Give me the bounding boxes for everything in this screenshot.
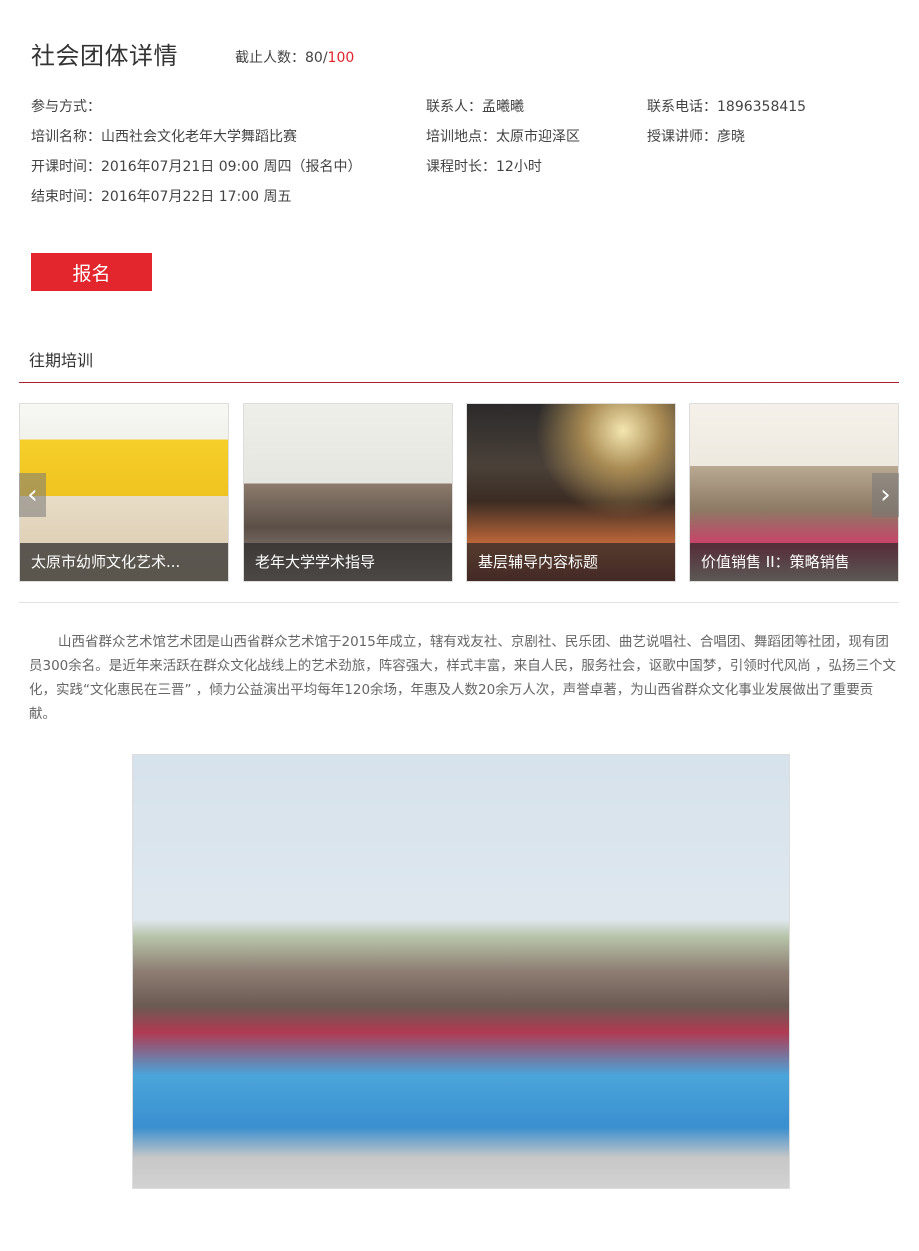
card-caption: 老年大学学术指导 bbox=[255, 553, 376, 571]
page-title: 社会团体详情 bbox=[31, 42, 178, 70]
end-time: 结束时间：2016年07月22日 17:00 周五 bbox=[31, 189, 292, 205]
participation-method: 参与方式： bbox=[31, 99, 101, 115]
quota-label: 截止人数：80/ bbox=[235, 50, 328, 66]
section-divider bbox=[19, 382, 899, 383]
past-training-carousel: 太原市幼师文化艺术... 老年大学学术指导 基层辅导内容标题 价值销售 II：策… bbox=[19, 403, 899, 583]
past-training-card[interactable]: 老年大学学术指导 bbox=[243, 403, 453, 582]
instructor: 授课讲师：彦晓 bbox=[647, 129, 745, 145]
card-caption: 基层辅导内容标题 bbox=[478, 553, 599, 571]
start-time: 开课时间：2016年07月21日 09:00 周四（报名中） bbox=[31, 159, 362, 175]
quota-display: 截止人数：80/100 bbox=[235, 47, 354, 67]
quota-max: 100 bbox=[327, 50, 355, 66]
chevron-left-icon[interactable]: ‹ bbox=[19, 473, 46, 517]
course-duration: 课程时长：12小时 bbox=[426, 159, 542, 175]
past-training-card[interactable]: 太原市幼师文化艺术... bbox=[19, 403, 229, 582]
group-introduction: 山西省群众艺术馆艺术团是山西省群众艺术馆于2015年成立，辖有戏友社、京剧社、民… bbox=[29, 634, 897, 722]
card-caption: 价值销售 II：策略销售 bbox=[701, 553, 850, 571]
past-training-card[interactable]: 基层辅导内容标题 bbox=[466, 403, 676, 582]
content-divider bbox=[19, 602, 899, 603]
performance-photo bbox=[132, 754, 790, 1189]
chevron-right-icon[interactable]: › bbox=[872, 473, 899, 517]
past-training-heading: 往期培训 bbox=[29, 351, 94, 370]
card-caption: 太原市幼师文化艺术... bbox=[31, 553, 181, 571]
training-name: 培训名称：山西社会文化老年大学舞蹈比赛 bbox=[31, 129, 297, 145]
signup-button[interactable]: 报名 bbox=[31, 253, 152, 291]
contact-phone: 联系电话：1896358415 bbox=[647, 99, 807, 115]
past-training-card[interactable]: 价值销售 II：策略销售 bbox=[689, 403, 899, 582]
training-location: 培训地点：太原市迎泽区 bbox=[426, 129, 580, 145]
contact-person: 联系人：孟曦曦 bbox=[426, 99, 524, 115]
